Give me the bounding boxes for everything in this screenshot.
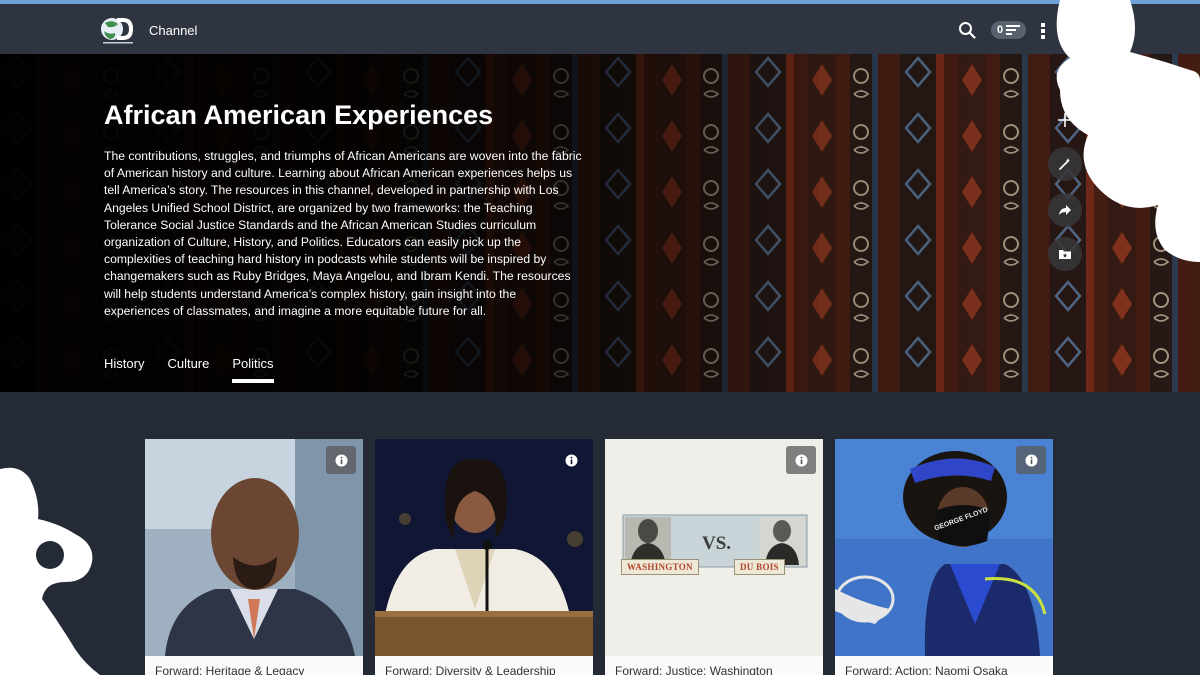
info-button[interactable] <box>556 446 586 474</box>
resource-card-3[interactable]: VS. WASHINGTON DU BOIS Forward: Justice:… <box>605 439 823 675</box>
top-navigation-bar: Channel 0 <box>0 4 1200 54</box>
share-icon <box>1059 205 1071 215</box>
assign-button[interactable] <box>1048 147 1082 181</box>
save-to-folder-button[interactable] <box>1048 237 1082 271</box>
magic-wand-icon <box>1059 158 1071 170</box>
info-button[interactable] <box>786 446 816 474</box>
playlist-icon <box>1006 25 1021 35</box>
info-icon <box>565 454 577 466</box>
card-title: Forward: Action: Naomi Osaka <box>845 664 1008 675</box>
page-title: Channel <box>149 23 198 38</box>
resource-card-4[interactable]: GEORGE FLOYD Forward: Action: Naomi Osak… <box>835 439 1053 675</box>
info-button[interactable] <box>326 446 356 474</box>
card-title: Forward: Heritage & Legacy <box>155 664 305 675</box>
card-footer: Forward: Justice: Washington <box>605 656 823 675</box>
versus-label: VS. <box>702 533 732 554</box>
tab-culture[interactable]: Culture <box>167 356 209 383</box>
info-icon <box>795 454 807 466</box>
add-button[interactable] <box>1048 103 1082 137</box>
search-icon[interactable] <box>958 21 976 39</box>
share-button[interactable] <box>1048 193 1082 227</box>
tab-politics[interactable]: Politics <box>232 356 274 383</box>
du-bois-label: DU BOIS <box>734 559 785 575</box>
resource-card-1[interactable]: Forward: Heritage & Legacy <box>145 439 363 675</box>
playlist-button[interactable]: 0 <box>991 21 1026 39</box>
card-title: Forward: Justice: Washington <box>615 664 773 675</box>
tab-history[interactable]: History <box>104 356 144 383</box>
card-title: Forward: Diversity & Leadership <box>385 664 556 675</box>
info-icon <box>335 454 347 466</box>
channel-description: The contributions, struggles, and triump… <box>104 149 582 318</box>
card-footer: Forward: Diversity & Leadership <box>375 656 593 675</box>
info-button[interactable] <box>1016 446 1046 474</box>
playlist-count: 0 <box>997 24 1004 36</box>
channel-tabs: History Culture Politics <box>104 356 297 383</box>
channel-hero-banner: African American Experiences The contrib… <box>0 54 1200 392</box>
card-footer: Forward: Action: Naomi Osaka <box>835 656 1053 675</box>
more-vertical-icon[interactable] <box>1040 22 1048 40</box>
folder-icon <box>1059 250 1071 259</box>
washington-label: WASHINGTON <box>621 559 699 575</box>
info-icon <box>1025 454 1037 466</box>
channel-title: African American Experiences <box>104 100 494 130</box>
decorative-blob-shape-bottom <box>0 467 100 675</box>
card-footer: Forward: Heritage & Legacy <box>145 656 363 675</box>
resource-card-2[interactable]: Forward: Diversity & Leadership <box>375 439 593 675</box>
discovery-education-logo[interactable] <box>99 15 137 45</box>
